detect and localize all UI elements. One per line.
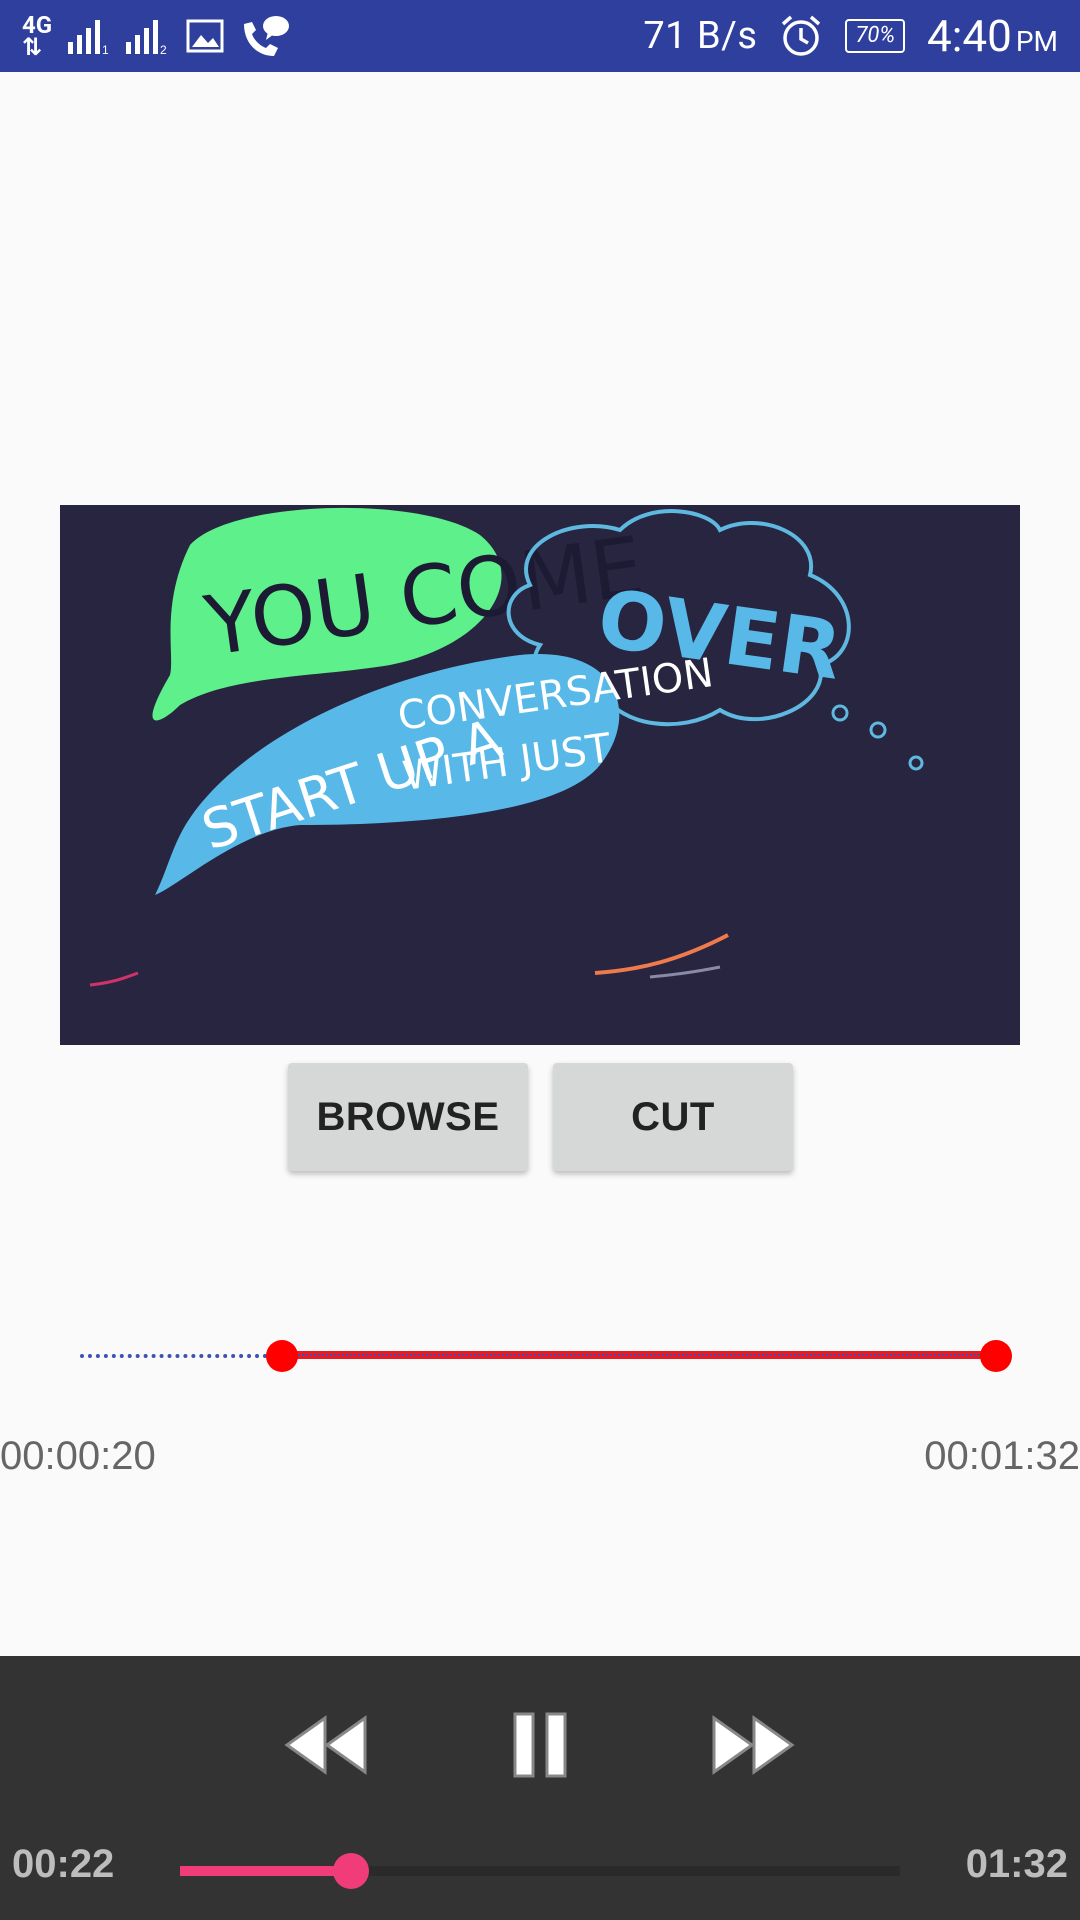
signal-sim2-icon: 2 (126, 20, 167, 56)
thought-dot (831, 704, 849, 722)
clock: 4:40 PM (927, 10, 1058, 62)
status-bar: 4G ⇅ 1 2 71 B/s 70% 4:40 PM (0, 0, 1080, 72)
battery-indicator: 70% (845, 19, 906, 53)
status-bar-right: 71 B/s 70% 4:40 PM (643, 10, 1058, 62)
grey-stroke (649, 965, 721, 979)
current-time: 00:22 (12, 1842, 115, 1886)
media-controller (0, 1656, 1080, 1920)
image-icon (186, 19, 224, 53)
orange-stroke (594, 933, 729, 975)
range-selected-segment (282, 1351, 996, 1359)
pause-button[interactable] (495, 1710, 585, 1780)
svg-text:1: 1 (102, 43, 109, 56)
thought-dot (869, 721, 887, 739)
range-end-time: 00:01:32 (924, 1434, 1080, 1478)
net-speed: 71 B/s (643, 14, 758, 58)
cut-button[interactable]: CUT (553, 1063, 793, 1171)
thought-dot (908, 755, 924, 771)
pause-icon (513, 1712, 567, 1778)
svg-text:2: 2 (160, 43, 167, 56)
rewind-button[interactable] (281, 1710, 371, 1780)
seek-progress (180, 1866, 351, 1876)
video-frame-art: YOU COME OVER START UP A CONVERSATION WI… (89, 507, 924, 987)
alarm-icon (782, 15, 821, 56)
browse-button[interactable]: BROWSE (288, 1063, 528, 1171)
video-preview[interactable]: YOU COME OVER START UP A CONVERSATION WI… (60, 505, 1020, 1045)
status-bar-left: 4G ⇅ 1 2 (22, 10, 290, 62)
call-chat-icon (244, 16, 290, 56)
range-start-time: 00:00:20 (0, 1434, 156, 1478)
fast-forward-button[interactable] (708, 1710, 798, 1780)
duration-time: 01:32 (965, 1842, 1068, 1886)
seek-thumb[interactable] (333, 1853, 369, 1889)
fast-forward-icon (712, 1715, 795, 1775)
range-start-handle[interactable] (266, 1340, 298, 1372)
rewind-icon (284, 1715, 367, 1775)
4g-icon: 4G ⇅ (22, 11, 53, 61)
signal-sim1-icon: 1 (68, 20, 109, 56)
pink-stroke (89, 971, 139, 987)
range-end-handle[interactable] (980, 1340, 1012, 1372)
